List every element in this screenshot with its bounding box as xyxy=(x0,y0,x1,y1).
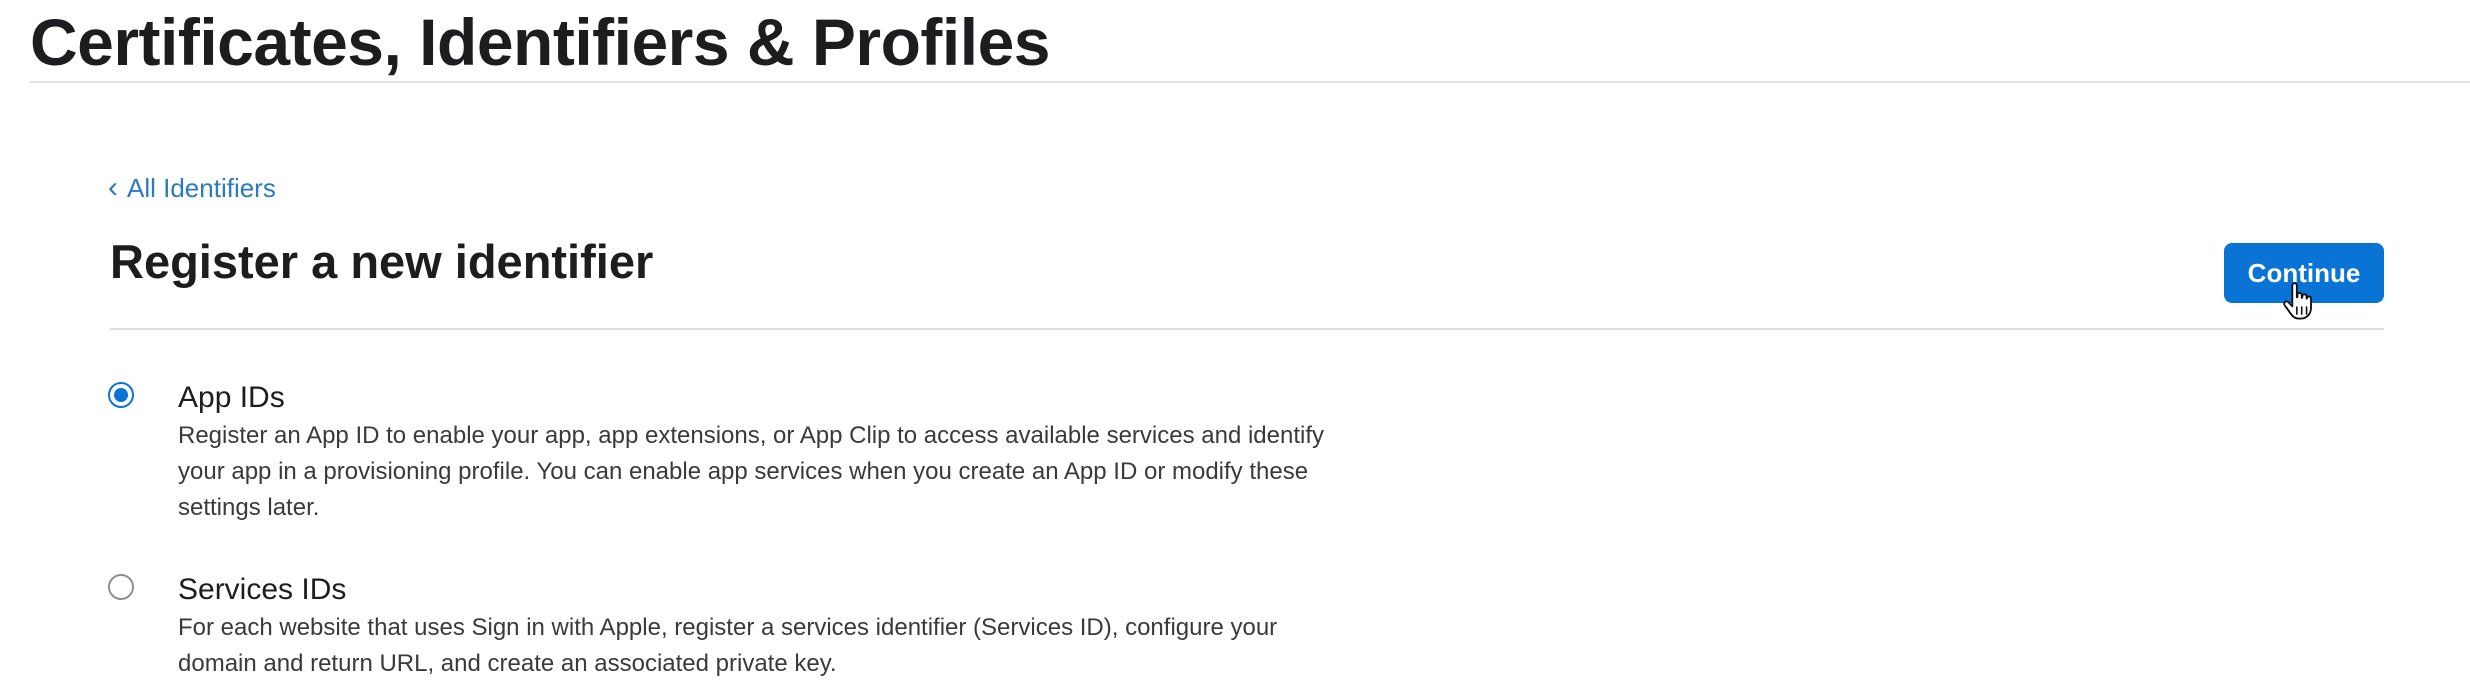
description-line: Register an App ID to enable your app, a… xyxy=(178,422,1325,449)
description-line: domain and return URL, and create an ass… xyxy=(178,650,837,677)
app-ids-radio[interactable] xyxy=(108,382,134,408)
app-ids-text: App IDs Register an App ID to enable you… xyxy=(178,378,1578,526)
app-ids-description: Register an App ID to enable your app, a… xyxy=(178,418,1578,526)
services-ids-radio[interactable] xyxy=(108,574,134,600)
section-title: Register a new identifier xyxy=(110,235,654,288)
services-ids-description: For each website that uses Sign in with … xyxy=(178,610,1578,682)
description-line: your app in a provisioning profile. You … xyxy=(178,458,1309,485)
description-line: For each website that uses Sign in with … xyxy=(178,614,1278,641)
services-ids-text: Services IDs For each website that uses … xyxy=(178,570,1578,682)
description-line: settings later. xyxy=(178,494,320,521)
header-divider xyxy=(30,81,2470,83)
back-to-all-identifiers-link[interactable]: ‹ All Identifiers xyxy=(108,170,276,206)
section-divider xyxy=(110,328,2384,330)
page-title: Certificates, Identifiers & Profiles xyxy=(30,5,1051,79)
chevron-left-icon: ‹ xyxy=(108,171,118,204)
continue-button[interactable]: Continue xyxy=(2224,243,2384,303)
services-ids-label: Services IDs xyxy=(178,573,347,606)
back-link-label: All Identifiers xyxy=(127,173,276,203)
app-ids-label: App IDs xyxy=(178,381,285,414)
